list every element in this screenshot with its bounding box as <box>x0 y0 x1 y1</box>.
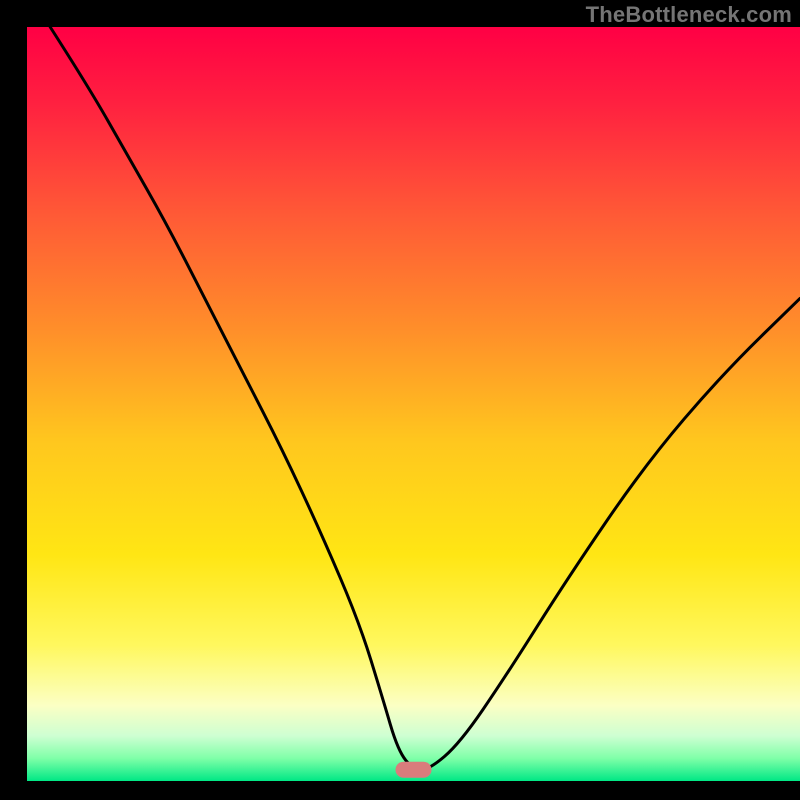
attribution-text: TheBottleneck.com <box>586 2 792 28</box>
bottleneck-chart <box>0 0 800 800</box>
optimal-marker <box>396 762 432 778</box>
plot-area <box>27 27 800 781</box>
